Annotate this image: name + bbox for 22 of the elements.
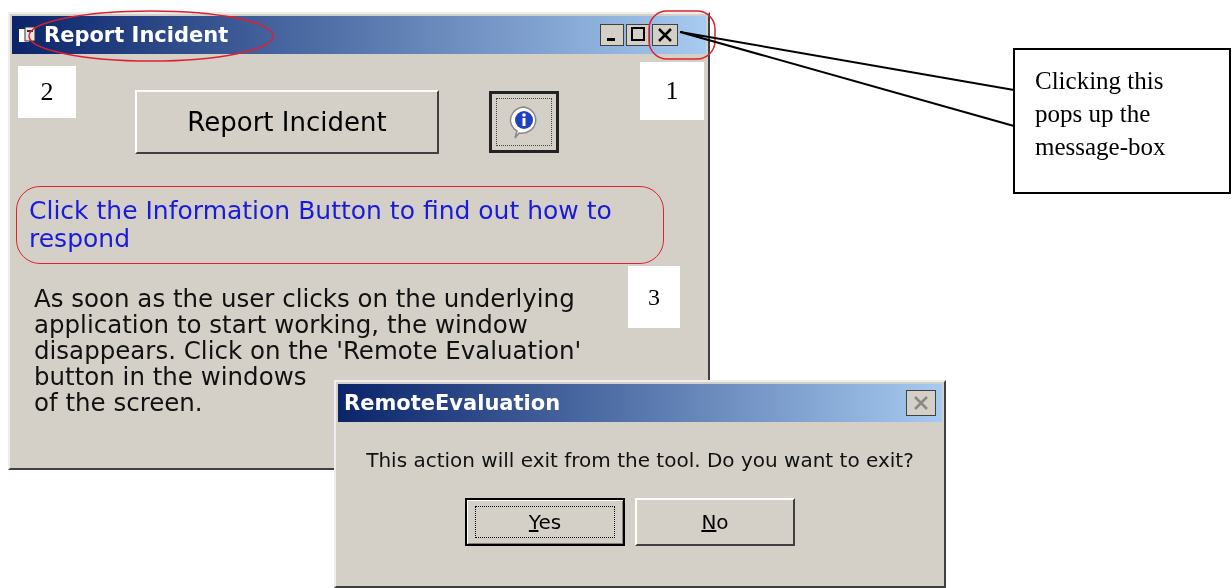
- window-title: Report Incident: [44, 23, 229, 47]
- dialog-message: This action will exit from the tool. Do you want to exit?: [365, 448, 915, 472]
- close-icon[interactable]: [906, 390, 936, 416]
- description-text: application to start working, the window: [34, 312, 528, 338]
- description-text: As soon as the user clicks on the underlying: [34, 286, 575, 312]
- maximize-icon[interactable]: [626, 24, 650, 46]
- dialog-button[interactable]: No: [635, 498, 795, 546]
- description-text: disappears. Click on the 'Remote Evaluation': [34, 338, 582, 364]
- dialog-button[interactable]: Yes: [465, 498, 625, 546]
- report-incident-button[interactable]: Report Incident: [135, 90, 439, 154]
- description-text: button in the windows: [34, 364, 307, 390]
- minimize-icon[interactable]: [600, 24, 624, 46]
- highlighted-hint-text: Click the Information Button to find out how to respond: [16, 186, 664, 264]
- info-button[interactable]: [489, 91, 559, 153]
- step-number: 2: [18, 66, 76, 118]
- callout-text: Clicking this pops up the message-box: [1013, 48, 1231, 194]
- description-text: of the screen.: [34, 390, 203, 416]
- close-icon[interactable]: [652, 24, 678, 46]
- step-number: 3: [628, 266, 680, 328]
- step-number: 1: [640, 62, 704, 120]
- app-icon: [18, 26, 38, 44]
- dialog-title: RemoteEvaluation: [344, 391, 561, 415]
